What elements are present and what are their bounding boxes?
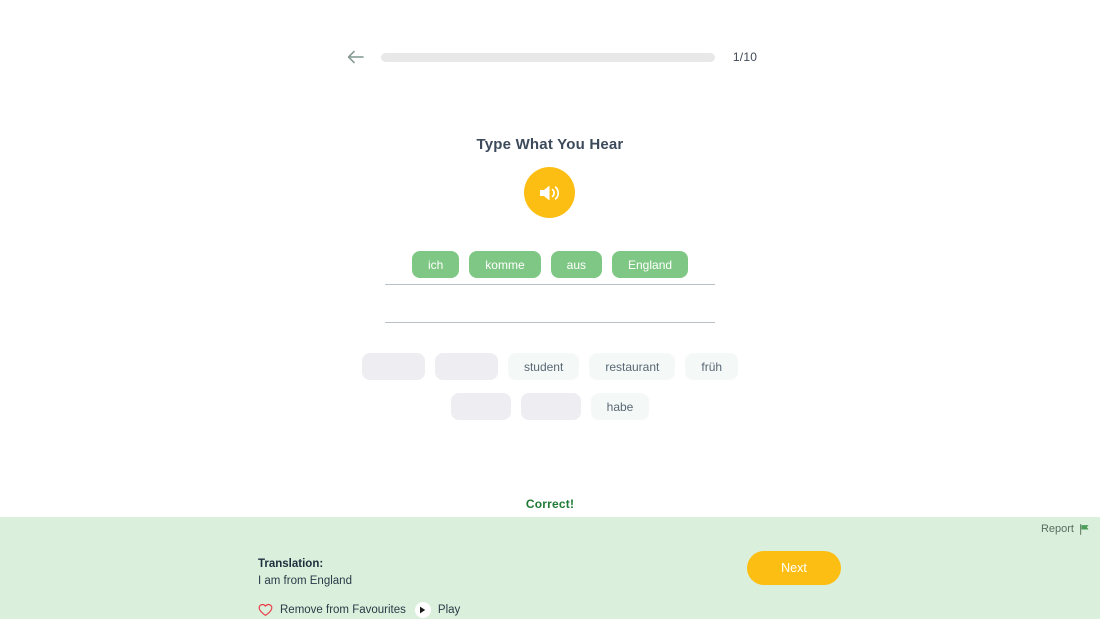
- word-bank-row: habe: [0, 393, 1100, 420]
- exercise-screen: 1/10 Type What You Hear ich komme aus En…: [0, 0, 1100, 619]
- answer-chip[interactable]: komme: [469, 251, 541, 278]
- word-bank-chip[interactable]: habe: [590, 393, 650, 420]
- answer-chip[interactable]: ich: [411, 251, 460, 278]
- heart-icon: [258, 603, 273, 616]
- word-bank-chip-used: [450, 393, 511, 420]
- flag-icon: [1080, 523, 1089, 535]
- answer-line: [385, 322, 715, 323]
- play-label: Play: [437, 604, 461, 616]
- word-bank-chip[interactable]: restaurant: [589, 353, 676, 380]
- report-label: Report: [1040, 523, 1074, 535]
- back-button[interactable]: [343, 44, 369, 70]
- play-audio-button[interactable]: [524, 167, 575, 218]
- word-bank-chip-used: [361, 353, 425, 380]
- answer-line: [385, 284, 715, 285]
- speaker-icon: [540, 185, 560, 200]
- word-bank-chip[interactable]: früh: [685, 353, 739, 380]
- topbar: 1/10: [0, 44, 1100, 70]
- remove-from-favourites-button[interactable]: Remove from Favourites: [258, 603, 406, 617]
- word-bank-chip-used: [434, 353, 498, 380]
- status-badge: Correct!: [525, 497, 575, 511]
- report-button[interactable]: Report: [1041, 523, 1090, 535]
- play-triangle-icon: [420, 606, 426, 614]
- arrow-left-icon: [348, 50, 365, 64]
- play-sentence-button[interactable]: Play: [414, 602, 461, 618]
- page-title: Type What You Hear: [476, 136, 624, 153]
- translation-value: I am from England: [258, 575, 352, 587]
- progress-bar: [380, 52, 715, 62]
- favourite-label: Remove from Favourites: [280, 604, 406, 616]
- play-icon: [414, 602, 431, 618]
- translation-block: Translation: I am from England: [258, 558, 352, 587]
- progress-counter: 1/10: [732, 50, 758, 64]
- feedback-panel: Report Translation: I am from England Re…: [0, 517, 1100, 619]
- word-bank-row: student restaurant früh: [0, 353, 1100, 380]
- word-bank-chip-used: [520, 393, 581, 420]
- feedback-actions: Remove from Favourites Play: [258, 602, 460, 618]
- next-button[interactable]: Next: [747, 551, 841, 585]
- answer-chip[interactable]: England: [612, 251, 689, 278]
- answer-area: ich komme aus England: [0, 251, 1100, 278]
- word-bank-chip[interactable]: student: [507, 353, 580, 380]
- answer-chip[interactable]: aus: [550, 251, 602, 278]
- translation-label: Translation:: [258, 558, 324, 570]
